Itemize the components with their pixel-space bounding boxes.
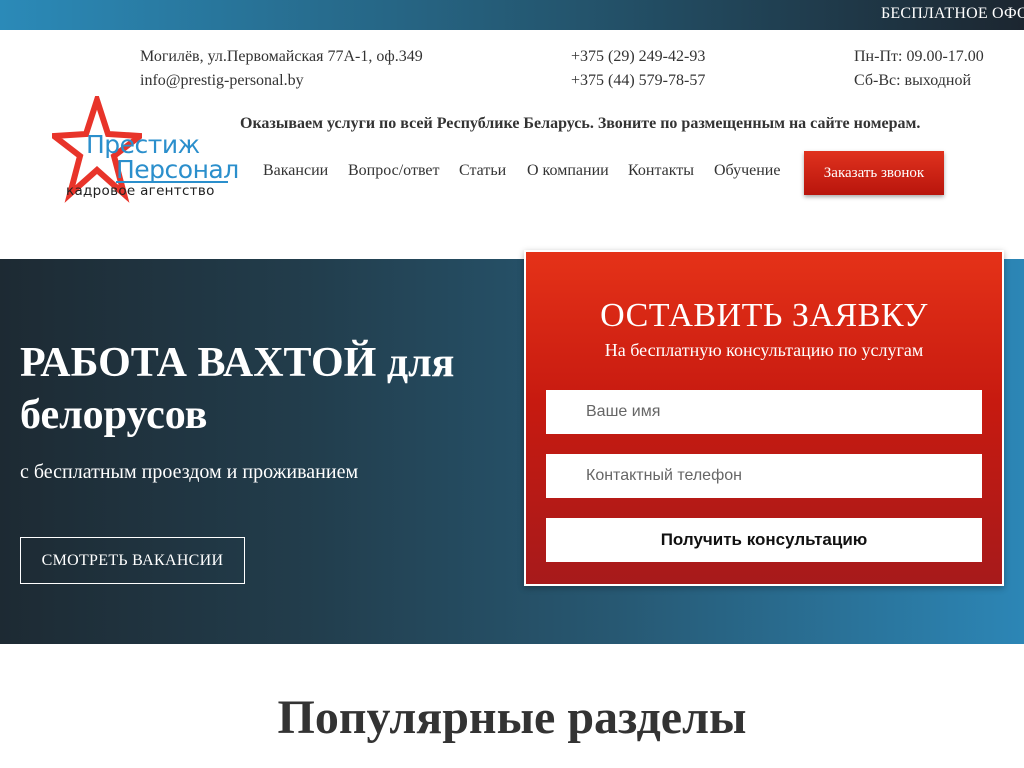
hours-weekend: Сб-Вс: выходной bbox=[854, 72, 972, 89]
hours-weekdays: Пн-Пт: 09.00-17.00 bbox=[854, 48, 984, 65]
top-strip: БЕСПЛАТНОЕ ОФО bbox=[0, 0, 1024, 30]
logo-line-3: кадровое агентство bbox=[66, 183, 215, 199]
nav-item-faq[interactable]: Вопрос/ответ bbox=[348, 162, 440, 180]
header-tagline: Оказываем услуги по всей Республике Бела… bbox=[240, 115, 921, 132]
popular-sections-title: Популярные разделы bbox=[277, 691, 747, 744]
phone-link-2[interactable]: +375 (44) 579-78-57 bbox=[571, 69, 705, 93]
phone-link-1[interactable]: +375 (29) 249-42-93 bbox=[571, 45, 705, 69]
hero-title: РАБОТА ВАХТОЙ для белорусов bbox=[20, 337, 520, 441]
view-vacancies-button[interactable]: СМОТРЕТЬ ВАКАНСИИ bbox=[20, 537, 245, 584]
get-consultation-button[interactable]: Получить консультацию bbox=[546, 518, 982, 562]
logo-line-2: Персонал bbox=[116, 155, 239, 184]
hero-subtitle: с бесплатным проездом и проживанием bbox=[20, 461, 359, 483]
top-strip-marquee: БЕСПЛАТНОЕ ОФО bbox=[881, 5, 1024, 22]
nav-item-contacts[interactable]: Контакты bbox=[628, 162, 694, 180]
site-logo[interactable]: Престиж Персонал кадровое агентство bbox=[52, 96, 239, 204]
hero-title-bold: РАБОТА ВАХТОЙ bbox=[20, 340, 377, 386]
contact-address-block: Могилёв, ул.Первомайская 77А-1, оф.349 i… bbox=[140, 45, 423, 93]
order-callback-button[interactable]: Заказать звонок bbox=[804, 151, 944, 195]
email-link[interactable]: info@prestig-personal.by bbox=[140, 69, 423, 93]
nav-item-articles[interactable]: Статьи bbox=[459, 162, 506, 180]
nav-item-training[interactable]: Обучение bbox=[714, 162, 780, 180]
name-input[interactable] bbox=[546, 390, 982, 434]
working-hours-block: Пн-Пт: 09.00-17.00 Сб-Вс: выходной bbox=[854, 45, 984, 93]
address-text: Могилёв, ул.Первомайская 77А-1, оф.349 bbox=[140, 48, 423, 65]
contact-phone-block: +375 (29) 249-42-93 +375 (44) 579-78-57 bbox=[571, 45, 705, 93]
nav-item-vacancies[interactable]: Вакансии bbox=[263, 162, 328, 180]
form-subtitle: На бесплатную консультацию по услугам bbox=[604, 340, 924, 360]
form-title: ОСТАВИТЬ ЗАЯВКУ bbox=[600, 297, 928, 334]
nav-item-about[interactable]: О компании bbox=[527, 162, 609, 180]
request-form: ОСТАВИТЬ ЗАЯВКУ На бесплатную консультац… bbox=[524, 250, 1004, 586]
phone-input[interactable] bbox=[546, 454, 982, 498]
